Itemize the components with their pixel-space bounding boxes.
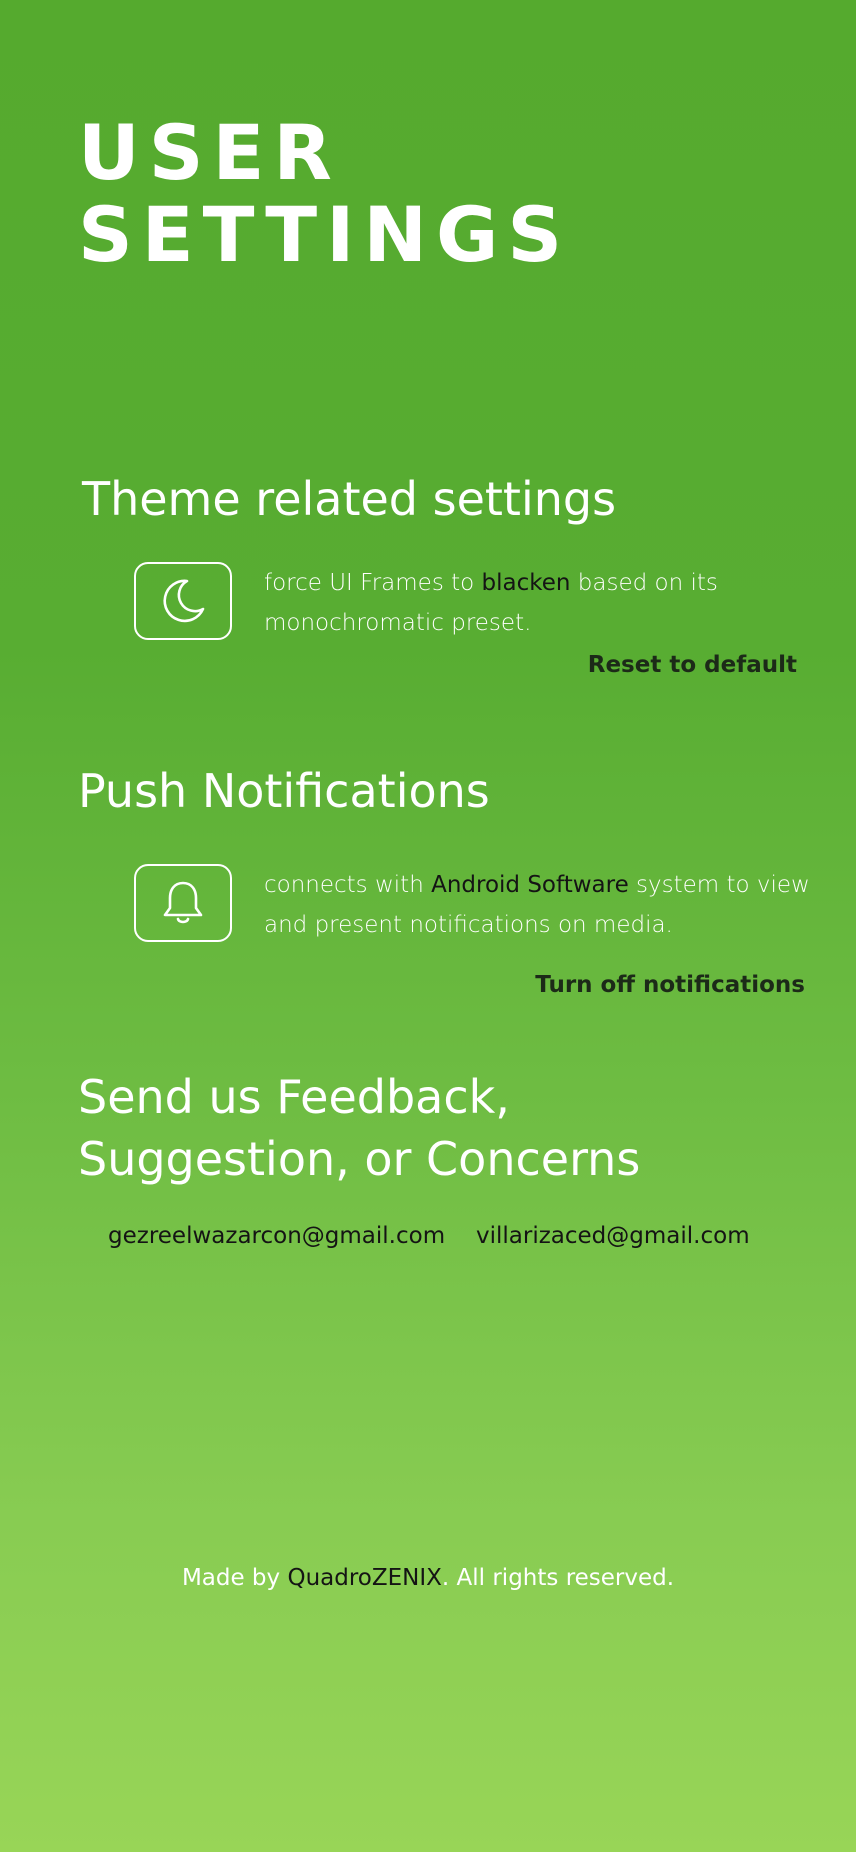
footer-credits: Made by QuadroZENIX. All rights reserved…: [0, 1565, 856, 1591]
reset-to-default-button[interactable]: Reset to default: [588, 652, 797, 678]
push-notifications-heading: Push Notifications: [78, 764, 490, 818]
notifications-desc-text: connects with: [264, 872, 432, 898]
turn-off-notifications-button[interactable]: Turn off notifications: [535, 972, 805, 998]
settings-screen: USER SETTINGS Theme related settings for…: [0, 0, 856, 1852]
theme-settings-heading: Theme related settings: [82, 472, 617, 526]
page-title: USER SETTINGS: [78, 112, 571, 276]
theme-toggle[interactable]: [134, 562, 232, 640]
theme-desc-highlight: blacken: [481, 570, 571, 596]
feedback-heading: Send us Feedback, Suggestion, or Concern…: [78, 1066, 640, 1190]
email-link-villariza[interactable]: villarizaced@gmail.com: [476, 1223, 750, 1249]
footer-brand: QuadroZENIX: [287, 1565, 442, 1591]
theme-desc-text: force UI Frames to: [264, 570, 482, 596]
footer-text: Made by: [181, 1565, 288, 1591]
feedback-heading-line-2: Suggestion, or Concerns: [78, 1132, 641, 1186]
notifications-description: connects with Android Software system to…: [264, 865, 824, 945]
notifications-desc-highlight: Android Software: [431, 872, 629, 898]
footer-text-end: . All rights reserved.: [441, 1565, 675, 1591]
feedback-heading-line-1: Send us Feedback,: [78, 1070, 510, 1124]
email-link-gezreel[interactable]: gezreelwazarcon@gmail.com: [108, 1223, 445, 1249]
theme-description: force UI Frames to blacken based on its …: [264, 563, 824, 643]
bell-icon: [163, 881, 203, 924]
notifications-toggle[interactable]: [134, 864, 232, 942]
page-title-line-2: SETTINGS: [78, 190, 572, 279]
moon-icon: [163, 579, 205, 623]
page-title-line-1: USER: [78, 108, 341, 197]
